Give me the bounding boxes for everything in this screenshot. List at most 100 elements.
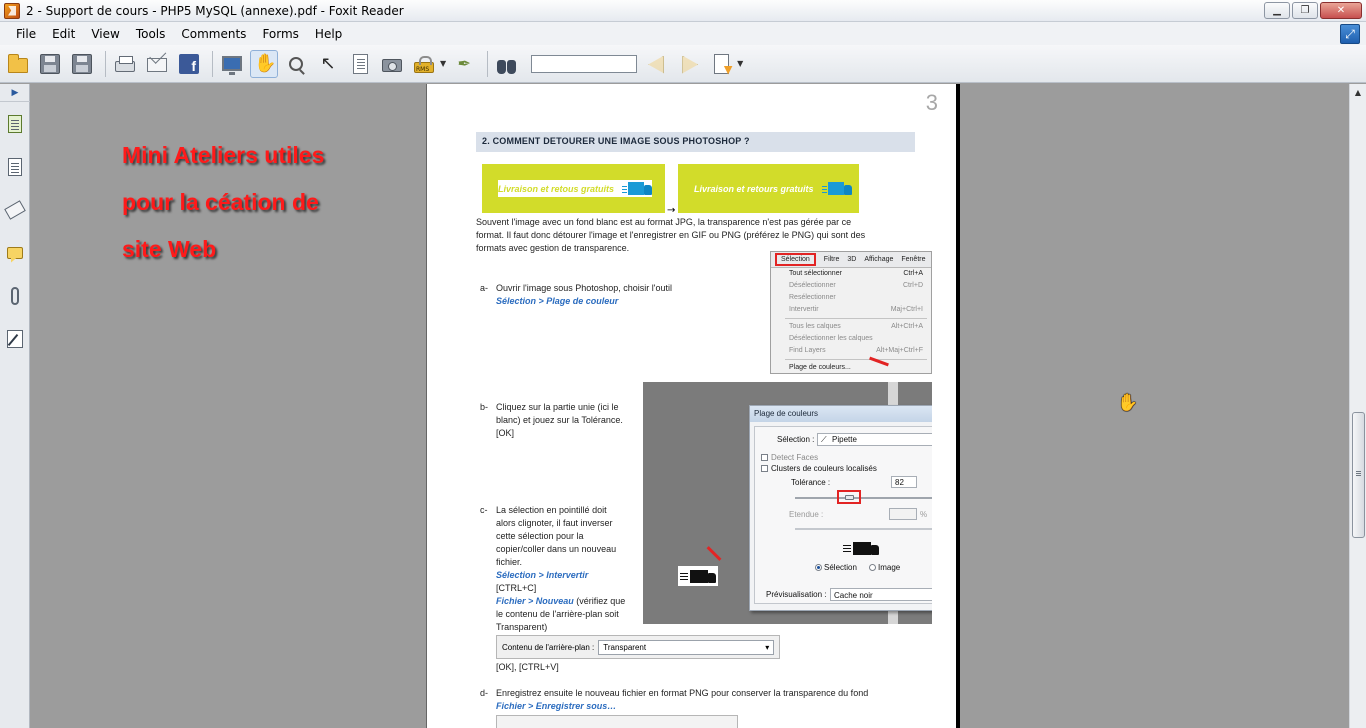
- overlay-line-1: Mini Ateliers utiles: [122, 142, 325, 168]
- menu-file[interactable]: File: [8, 27, 44, 41]
- ok-ctrlv-text: [OK], [CTRL+V]: [496, 662, 559, 672]
- find-options-dropdown-icon[interactable]: ▼: [737, 59, 743, 68]
- find-next-button[interactable]: [675, 50, 703, 78]
- ps-dialog-title: Plage de couleurs: [750, 406, 932, 422]
- step-c-label: c-: [480, 505, 488, 515]
- snapshot-button[interactable]: [378, 50, 406, 78]
- ps-menu-item: Tout sélectionner Ctrl+A: [789, 270, 923, 277]
- save-all-icon: [72, 53, 92, 74]
- pages-icon: [8, 114, 22, 133]
- signatures-panel-button[interactable]: [0, 317, 30, 360]
- ps-slider-highlight: [837, 490, 861, 504]
- sign-button[interactable]: ✒: [450, 50, 478, 78]
- intro-line-1: Souvent l'image avec un fond blanc est a…: [476, 217, 852, 227]
- window-controls: ▁ ❐ ✕: [1264, 2, 1362, 19]
- ps-dialog-body: Sélection : ⟋ Pipette Detect Faces Clust…: [754, 426, 932, 604]
- full-screen-button[interactable]: [218, 50, 246, 78]
- folder-icon: [8, 54, 28, 73]
- menu-comments[interactable]: Comments: [173, 27, 254, 41]
- step-c-line: cette sélection pour la: [496, 531, 584, 541]
- menu-edit[interactable]: Edit: [44, 27, 83, 41]
- zoom-tool-button[interactable]: [282, 50, 310, 78]
- window-title: 2 - Support de cours - PHP5 MySQL (annex…: [26, 3, 404, 18]
- text-select-button[interactable]: [346, 50, 374, 78]
- document-view[interactable]: Mini Ateliers utiles pour la céation de …: [31, 84, 1349, 728]
- minimize-button[interactable]: ▁: [1264, 2, 1290, 19]
- transform-arrow: →: [667, 205, 676, 216]
- intro-line-2: format. Il faut donc détourer l'image et…: [476, 230, 866, 240]
- truck-icon: [821, 181, 852, 196]
- step-b-line: Cliquez sur la partie unie (ici le: [496, 402, 619, 412]
- menu-help[interactable]: Help: [307, 27, 350, 41]
- ps-tolerance-label: Tolérance :: [791, 478, 831, 487]
- rms-dropdown-icon[interactable]: ▼: [440, 59, 446, 68]
- save-button[interactable]: [36, 50, 64, 78]
- facebook-button[interactable]: f: [175, 50, 203, 78]
- search-input[interactable]: [531, 54, 638, 73]
- step-c-line: La sélection en pointillé doit: [496, 505, 607, 515]
- menu-tools[interactable]: Tools: [128, 27, 174, 41]
- rms-button[interactable]: RMS: [410, 50, 438, 78]
- find-previous-button[interactable]: [643, 50, 671, 78]
- close-button[interactable]: ✕: [1320, 2, 1362, 19]
- pointer-arrow-icon: ↖: [320, 52, 336, 74]
- red-arrow-icon: [706, 546, 722, 561]
- search-options-icon: [713, 53, 729, 74]
- banner-before-inner: Livraison et retous gratuits: [498, 180, 653, 197]
- ps-preview-label: Prévisualisation :: [766, 590, 827, 599]
- ps-slider-thumb: [845, 495, 854, 500]
- ps-radio-selection: Sélection: [815, 563, 857, 572]
- email-button[interactable]: [143, 50, 171, 78]
- ps-etendue-field: [889, 508, 917, 520]
- step-c-text: La sélection en pointillé doit alors cli…: [496, 504, 641, 634]
- expand-panel-icon[interactable]: ▶: [0, 84, 30, 102]
- attachments-panel-button[interactable]: [0, 274, 30, 317]
- bg-content-label: Contenu de l'arrière-plan :: [502, 642, 595, 652]
- ps-menu-affichage: Affichage: [864, 256, 894, 263]
- ps-menu-separator: [785, 359, 927, 360]
- foxit-app-icon[interactable]: [4, 2, 20, 19]
- hand-icon: ✋: [254, 52, 277, 74]
- ps-etendue-slider: [795, 528, 932, 530]
- step-b-line: blanc) et jouez sur la Tolérance.: [496, 415, 623, 425]
- step-c-note: Transparent): [496, 622, 548, 632]
- menu-bar: File Edit View Tools Comments Forms Help: [0, 22, 1366, 45]
- expand-window-icon[interactable]: ⤢: [1340, 24, 1360, 44]
- menu-forms[interactable]: Forms: [254, 27, 306, 41]
- step-b-label: b-: [480, 402, 489, 412]
- find-options-button[interactable]: [707, 50, 735, 78]
- ps-preview-field: Cache noir: [830, 588, 932, 601]
- ps-menu-selection: Sélection: [775, 253, 816, 266]
- maximize-button[interactable]: ❐: [1292, 2, 1318, 19]
- section-heading: 2. COMMENT DETOURER UNE IMAGE SOUS PHOTO…: [476, 132, 915, 152]
- scroll-up-icon[interactable]: ▲: [1350, 84, 1366, 101]
- bookmark-tag-icon: [4, 199, 26, 220]
- step-c-note: le contenu de l'arrière-plan soit: [496, 609, 619, 619]
- hand-tool-button[interactable]: ✋: [250, 49, 278, 78]
- find-next-icon: [678, 54, 700, 74]
- vertical-scrollbar[interactable]: ▲: [1349, 84, 1366, 728]
- print-button[interactable]: [111, 50, 139, 78]
- page-number: 3: [925, 90, 938, 115]
- find-button[interactable]: [493, 50, 521, 78]
- ps-menu-separator: [785, 318, 927, 319]
- step-b-text: Cliquez sur la partie unie (ici le blanc…: [496, 401, 641, 440]
- pages-panel-button[interactable]: [0, 102, 30, 145]
- step-a-path: Sélection > Plage de couleur: [496, 296, 619, 306]
- ps-clusters: Clusters de couleurs localisés: [761, 464, 877, 473]
- truck-black-icon: [680, 569, 718, 585]
- find-previous-icon: [646, 54, 668, 74]
- comments-panel-button[interactable]: [0, 231, 30, 274]
- overlay-line-3: site Web: [122, 236, 217, 262]
- ps-selection-value: Pipette: [832, 435, 857, 444]
- select-tool-button[interactable]: ↖: [314, 50, 342, 78]
- save-all-button[interactable]: [68, 50, 96, 78]
- ps-menu-item: Find Layers Alt+Maj+Ctrl+F: [789, 347, 923, 354]
- email-icon: [147, 58, 167, 72]
- open-button[interactable]: [4, 50, 32, 78]
- camera-icon: [382, 59, 402, 72]
- menu-view[interactable]: View: [83, 27, 127, 41]
- layers-panel-button[interactable]: [0, 145, 30, 188]
- scrollbar-thumb[interactable]: [1352, 412, 1365, 538]
- bookmarks-panel-button[interactable]: [0, 188, 30, 231]
